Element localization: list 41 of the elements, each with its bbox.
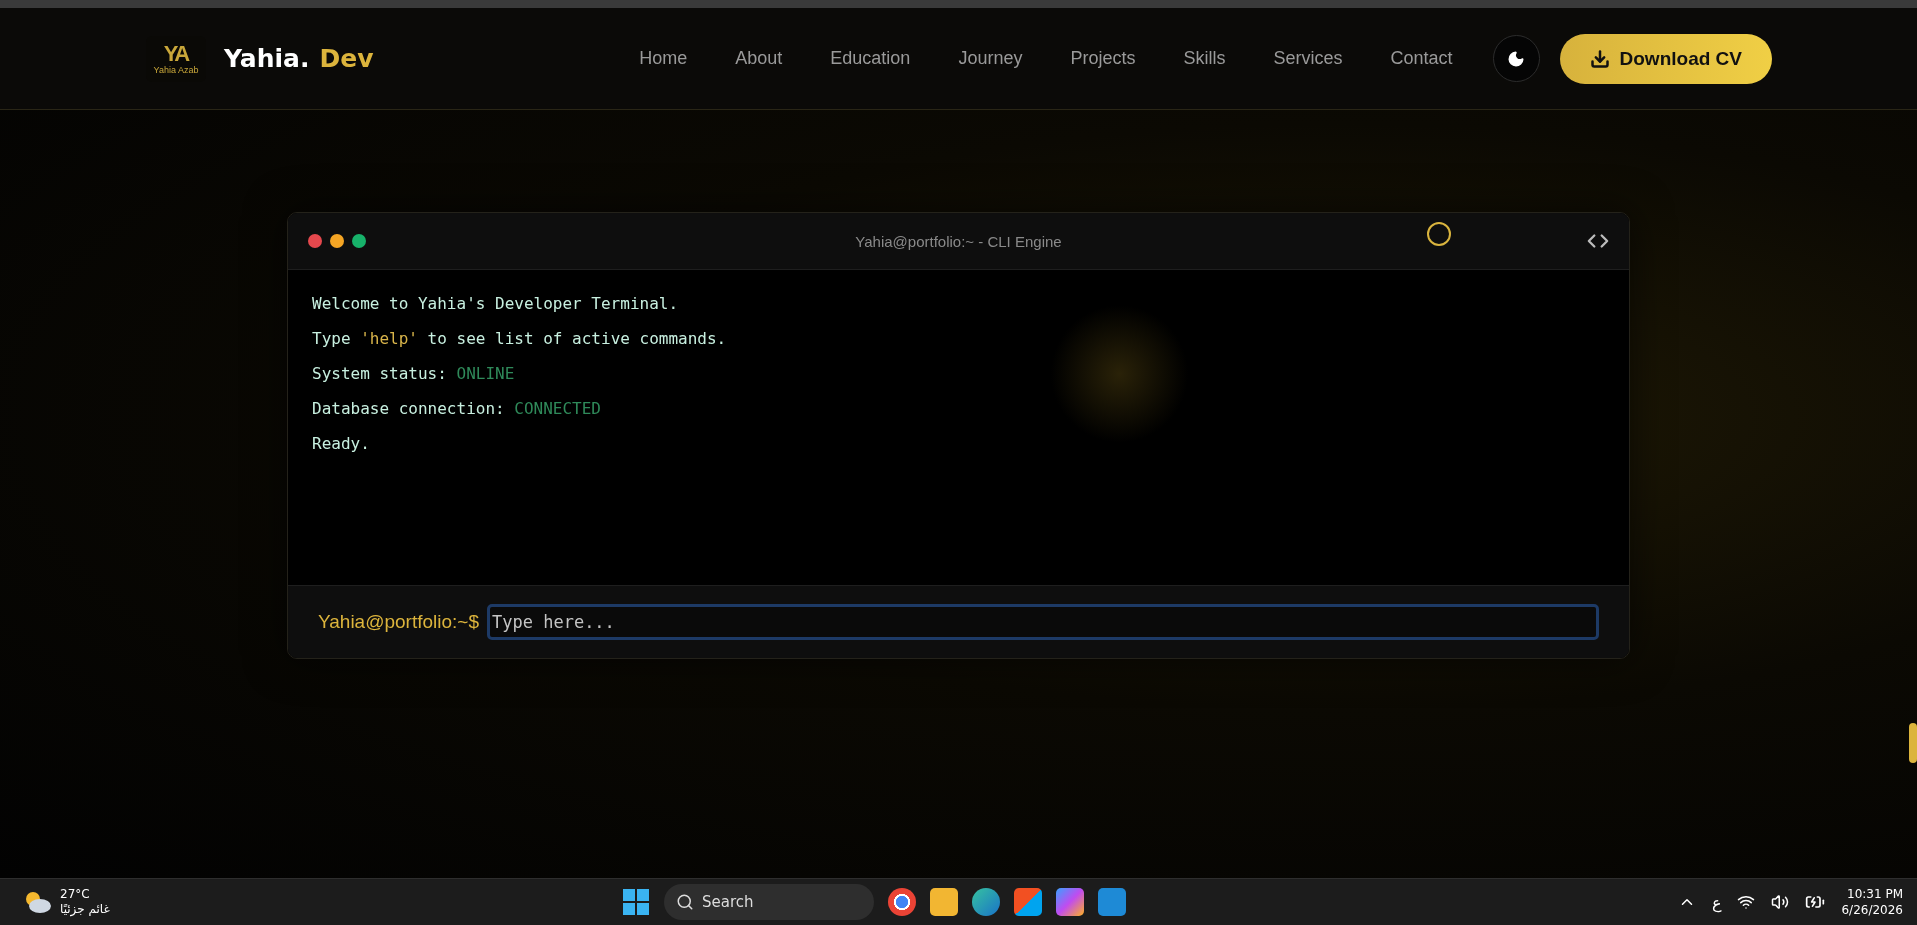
minimize-dot-icon[interactable]: [330, 234, 344, 248]
terminal-prompt: Yahia@portfolio:~$: [318, 611, 479, 633]
logo-monogram: YA: [163, 42, 189, 65]
nav-link[interactable]: Contact: [1390, 48, 1453, 69]
terminal-output-line: Database connection: CONNECTED: [312, 399, 602, 418]
taskbar-search-field[interactable]: Search: [664, 884, 874, 920]
download-icon: [1589, 48, 1610, 69]
maximize-dot-icon[interactable]: [352, 234, 366, 248]
browser-icon[interactable]: [972, 888, 1000, 916]
weather-condition: غائم جزئيًا: [60, 902, 110, 917]
cursor-ring-icon: [1427, 222, 1451, 246]
taskbar-date[interactable]: 6/26/2026: [1841, 902, 1903, 919]
search-icon: [676, 893, 694, 911]
terminal-output-line: Welcome to Yahia's Developer Terminal.: [312, 294, 680, 313]
nav-link[interactable]: Journey: [958, 48, 1023, 69]
nav-link[interactable]: Services: [1273, 48, 1343, 69]
speaker-icon[interactable]: [1771, 893, 1790, 911]
taskbar-time[interactable]: 10:31 PM: [1847, 885, 1903, 902]
download-cv-button[interactable]: Download CV: [1559, 33, 1772, 84]
nav-link[interactable]: Education: [830, 48, 911, 69]
scrollbar-thumb[interactable]: [1909, 723, 1917, 763]
windows-start-icon[interactable]: [622, 888, 650, 916]
brand-name: Yahia.: [224, 44, 310, 73]
terminal-output-line: System status: ONLINE: [312, 364, 516, 383]
close-dot-icon[interactable]: [308, 234, 322, 248]
weather-temperature: 27°C: [60, 887, 91, 902]
nav-link[interactable]: About: [735, 48, 783, 69]
browser-icon[interactable]: [888, 888, 916, 916]
terminal-output-line: Ready.: [312, 434, 371, 453]
nav-link[interactable]: Home: [639, 48, 688, 69]
theme-toggle-button[interactable]: [1492, 35, 1540, 82]
terminal-output-line: Type 'help' to see list of active commands.: [312, 329, 728, 348]
command-input-field[interactable]: Type here...: [487, 604, 1599, 640]
nav-link[interactable]: Projects: [1070, 48, 1136, 69]
brand-suffix: Dev: [319, 44, 374, 73]
moon-icon: [1507, 49, 1526, 68]
logo-caption: Yahia Azab: [153, 64, 199, 75]
wifi-icon[interactable]: [1737, 893, 1756, 911]
terminal-title: Yahia@portfolio:~ - CLI Engine: [855, 232, 1062, 250]
input-language-indicator[interactable]: ع: [1711, 892, 1722, 912]
nav-link[interactable]: Skills: [1183, 48, 1226, 69]
